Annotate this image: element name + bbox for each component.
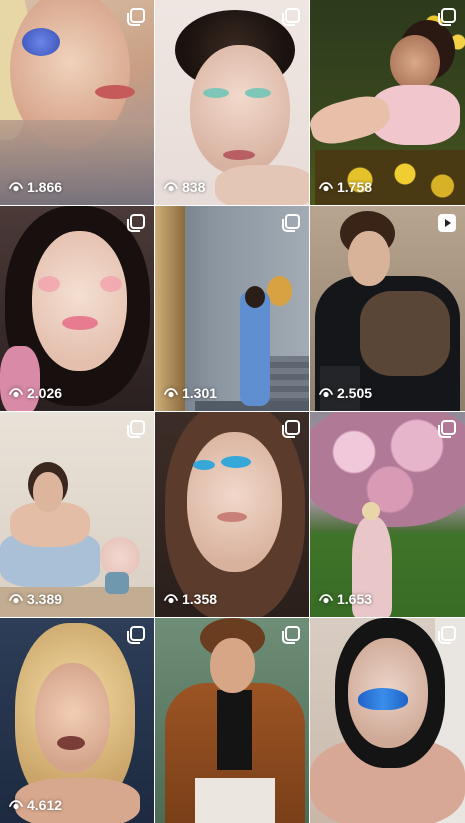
view-count-label: 2.505 [337,385,373,401]
carousel-icon [281,419,301,439]
media-tile[interactable]: 1.653 [310,412,465,617]
views-icon [319,388,333,398]
views-icon [9,594,23,604]
view-count: 1.866 [9,179,62,195]
carousel-icon [281,7,301,27]
views-icon [319,182,333,192]
view-count: 838 [164,179,205,195]
view-count-label: 4.612 [27,797,63,813]
photo-thumbnail [310,618,465,823]
media-tile[interactable]: 4.612 [0,618,154,823]
view-count: 4.612 [9,797,62,813]
media-tile[interactable]: 2.505 [310,206,465,411]
view-count-label: 1.866 [27,179,63,195]
views-icon [319,594,333,604]
photo-thumbnail [0,0,154,205]
carousel-icon [126,419,146,439]
view-count-label: 3.389 [27,591,63,607]
photo-thumbnail [310,0,465,205]
media-tile[interactable]: 1.866 [0,0,154,205]
photo-thumbnail [155,618,309,823]
photo-thumbnail [310,206,465,411]
views-icon [164,594,178,604]
photo-thumbnail [0,618,154,823]
views-icon [9,182,23,192]
carousel-icon [281,625,301,645]
media-tile[interactable] [155,618,309,823]
carousel-icon [437,7,457,27]
view-count: 1.758 [319,179,372,195]
carousel-icon [437,625,457,645]
view-count: 3.389 [9,591,62,607]
media-tile[interactable]: 2.026 [0,206,154,411]
views-icon [164,388,178,398]
carousel-icon [126,213,146,233]
views-icon [9,800,23,810]
view-count-label: 2.026 [27,385,63,401]
view-count-label: 1.758 [337,179,373,195]
view-count: 1.358 [164,591,217,607]
view-count-label: 1.653 [337,591,373,607]
photo-thumbnail [0,206,154,411]
views-icon [9,388,23,398]
view-count: 2.026 [9,385,62,401]
view-count-label: 1.301 [182,385,218,401]
play-icon [437,213,457,233]
view-count-label: 1.358 [182,591,218,607]
media-tile[interactable]: 3.389 [0,412,154,617]
view-count: 2.505 [319,385,372,401]
media-tile[interactable]: 838 [155,0,309,205]
carousel-icon [437,419,457,439]
carousel-icon [281,213,301,233]
photo-thumbnail [0,412,154,617]
view-count: 1.653 [319,591,372,607]
media-tile[interactable]: 1.358 [155,412,309,617]
photo-thumbnail [155,0,309,205]
media-tile[interactable]: 1.758 [310,0,465,205]
media-grid: 1.866 838 1.758 2.026 1.301 2.505 3.389 … [0,0,465,823]
photo-thumbnail [155,412,309,617]
view-count-label: 838 [182,179,206,195]
photo-thumbnail [155,206,309,411]
media-tile[interactable]: 1.301 [155,206,309,411]
photo-thumbnail [310,412,465,617]
media-tile[interactable] [310,618,465,823]
carousel-icon [126,625,146,645]
views-icon [164,182,178,192]
carousel-icon [126,7,146,27]
view-count: 1.301 [164,385,217,401]
